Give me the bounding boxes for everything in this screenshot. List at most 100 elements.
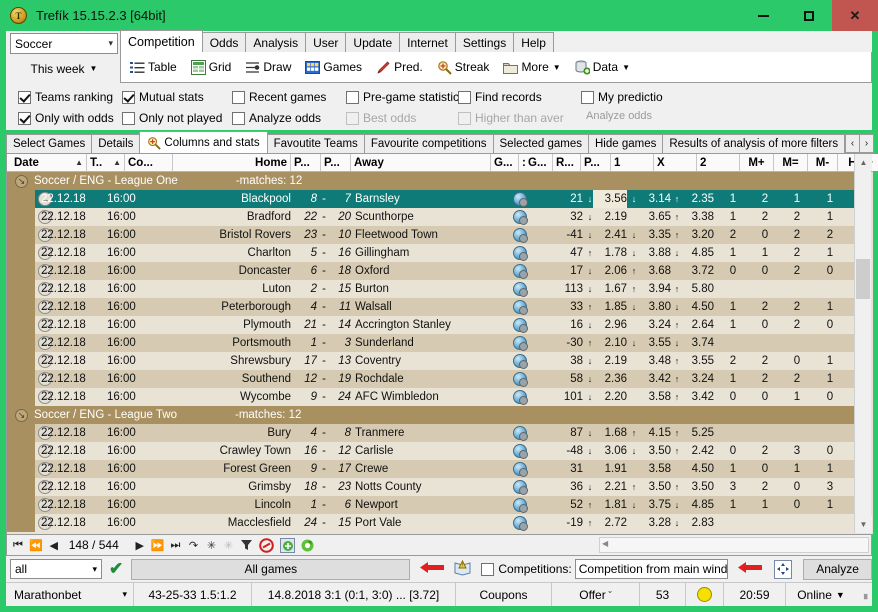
globe-icon[interactable]	[513, 372, 527, 386]
checkbox-mutual-stats[interactable]: Mutual stats	[122, 90, 204, 104]
next-page-button[interactable]: ⏩	[151, 536, 165, 554]
subtab-next-button[interactable]: ›	[859, 134, 874, 153]
ribbon-data-button[interactable]: Data▼	[570, 54, 635, 80]
column-header-p[interactable]: P...	[291, 154, 321, 171]
expand-icon[interactable]	[774, 560, 792, 579]
column-header-p[interactable]: P...	[581, 154, 611, 171]
offer-button[interactable]: Offer ˘	[552, 583, 640, 606]
ribbon-games-button[interactable]: Games	[300, 54, 367, 80]
collapse-group-icon[interactable]: ↘	[15, 409, 28, 422]
column-header-date[interactable]: Date▲	[11, 154, 87, 171]
table-row[interactable]: →22.12.1816:00Peterborough4-11Walsall331…	[7, 298, 854, 316]
table-row[interactable]: →22.12.1816:00Grimsby18-23Notts County36…	[7, 478, 854, 496]
no-entry-icon[interactable]	[259, 536, 274, 554]
column-header-away[interactable]: Away	[351, 154, 491, 171]
analyze-button[interactable]: Analyze	[803, 559, 872, 580]
table-row[interactable]: →22.12.1816:00Blackpool8-7Barnsley213.56…	[7, 190, 854, 208]
table-row[interactable]: →22.12.1816:00Plymouth21-14Accrington St…	[7, 316, 854, 334]
subtab-favourite-competitions[interactable]: Favourite competitions	[364, 134, 494, 153]
all-games-button[interactable]: All games	[131, 559, 410, 580]
prev-page-button[interactable]: ⏪	[29, 536, 43, 554]
globe-icon[interactable]	[513, 462, 527, 476]
checkbox-my-predictio[interactable]: My predictio	[581, 90, 663, 104]
tab-user[interactable]: User	[305, 32, 346, 52]
globe-icon[interactable]	[513, 444, 527, 458]
subtab-select-games[interactable]: Select Games	[6, 134, 92, 153]
column-header-t[interactable]: T..▲	[87, 154, 125, 171]
league-group-header[interactable]: ↘Soccer / ENG - League One-matches: 12	[7, 172, 854, 190]
table-row[interactable]: →22.12.1816:00Portsmouth1-3Sunderland-30…	[7, 334, 854, 352]
competitions-checkbox[interactable]: Competitions:	[481, 562, 571, 576]
column-header-m=[interactable]: M=	[774, 154, 808, 171]
globe-icon[interactable]	[513, 354, 527, 368]
column-header-1[interactable]: 1	[611, 154, 654, 171]
league-group-header[interactable]: ↘Soccer / ENG - League Two-matches: 12	[7, 406, 854, 424]
globe-icon[interactable]	[513, 390, 527, 404]
globe-icon[interactable]	[513, 228, 527, 242]
subtab-prev-button[interactable]: ‹	[845, 134, 860, 153]
column-header-m-[interactable]: M-	[808, 154, 838, 171]
globe-icon[interactable]	[513, 264, 527, 278]
prev-record-button[interactable]: ◀	[49, 536, 59, 554]
tab-odds[interactable]: Odds	[202, 32, 247, 52]
checkbox-only-with-odds[interactable]: Only with odds	[18, 111, 114, 125]
competitions-select[interactable]: Competition from main wind ▾	[575, 559, 728, 579]
globe-icon[interactable]	[513, 192, 527, 206]
column-header-p[interactable]: P...	[321, 154, 351, 171]
column-header-r[interactable]: R...	[553, 154, 581, 171]
resize-grip-icon[interactable]: ▖	[856, 583, 872, 606]
tab-settings[interactable]: Settings	[455, 32, 514, 52]
globe-icon[interactable]	[513, 318, 527, 332]
minimize-button[interactable]	[740, 0, 786, 31]
globe-icon[interactable]	[513, 210, 527, 224]
apply-check-icon[interactable]: ✔	[109, 559, 123, 579]
column-header-x[interactable]: X	[654, 154, 697, 171]
tab-competition[interactable]: Competition	[120, 30, 203, 52]
scroll-down-button[interactable]: ▼	[855, 516, 872, 533]
globe-icon[interactable]	[513, 498, 527, 512]
ribbon-draw-button[interactable]: Draw	[240, 54, 296, 80]
column-header-co[interactable]: Co...	[125, 154, 173, 171]
table-row[interactable]: →22.12.1816:00Crawley Town16-12Carlisle-…	[7, 442, 854, 460]
pager-scroll-left-arrow[interactable]: ◀	[602, 539, 608, 548]
globe-icon[interactable]	[513, 480, 527, 494]
subtab-results-of-analysis-of-more-filters[interactable]: Results of analysis of more filters	[662, 134, 845, 153]
globe-icon[interactable]	[513, 516, 527, 530]
ribbon-table-button[interactable]: Table	[125, 54, 182, 80]
checkbox-recent-games[interactable]: Recent games	[232, 90, 326, 104]
sport-select[interactable]: Soccer ▾	[10, 33, 118, 54]
subtab-selected-games[interactable]: Selected games	[493, 134, 589, 153]
table-row[interactable]: →22.12.1816:00Macclesfield24-15Port Vale…	[7, 514, 854, 532]
table-row[interactable]: →22.12.1816:00Bury4-8Tranmere871.684.155…	[7, 424, 854, 442]
checkbox-only-not-played[interactable]: Only not played	[122, 111, 222, 125]
coupons-button[interactable]: Coupons	[456, 583, 552, 606]
table-row[interactable]: →22.12.1816:00Wycombe9-24AFC Wimbledon10…	[7, 388, 854, 406]
period-button[interactable]: This week ▼	[10, 58, 118, 79]
bookmaker-select[interactable]: Marathonbet ▾	[6, 583, 134, 606]
subtab-hide-games[interactable]: Hide games	[588, 134, 663, 153]
ribbon-pred--button[interactable]: Pred.	[371, 54, 428, 80]
column-header-home[interactable]: Home	[173, 154, 291, 171]
table-row[interactable]: →22.12.1816:00Lincoln1-6Newport521.813.7…	[7, 496, 854, 514]
globe-icon[interactable]	[513, 426, 527, 440]
globe-icon[interactable]	[513, 300, 527, 314]
subtab-favoutite-teams[interactable]: Favoutite Teams	[267, 134, 365, 153]
column-header-2[interactable]: 2	[697, 154, 740, 171]
globe-icon[interactable]	[513, 246, 527, 260]
tab-update[interactable]: Update	[345, 32, 400, 52]
collapse-group-icon[interactable]: ↘	[15, 175, 28, 188]
scroll-thumb[interactable]	[856, 259, 870, 299]
checkbox-pre-game-statistic[interactable]: Pre-game statistic	[346, 90, 459, 104]
table-row[interactable]: →22.12.1816:00Doncaster6-18Oxford172.063…	[7, 262, 854, 280]
column-header-g[interactable]: G...	[491, 154, 519, 171]
column-header-g[interactable]: G...	[525, 154, 553, 171]
table-row[interactable]: →22.12.1816:00Southend12-19Rochdale582.3…	[7, 370, 854, 388]
checkbox-teams-ranking[interactable]: Teams ranking	[18, 90, 113, 104]
add-refresh-icon[interactable]	[280, 536, 295, 554]
red-left-arrow-icon-2[interactable]	[738, 561, 762, 577]
ribbon-grid-button[interactable]: Grid	[186, 54, 237, 80]
subtab-columns-and-stats[interactable]: Columns and stats	[139, 131, 267, 153]
checkbox-analyze-odds[interactable]: Analyze odds	[232, 111, 321, 125]
warning-book-icon[interactable]: !	[454, 559, 471, 579]
close-button[interactable]: ✕	[832, 0, 878, 31]
